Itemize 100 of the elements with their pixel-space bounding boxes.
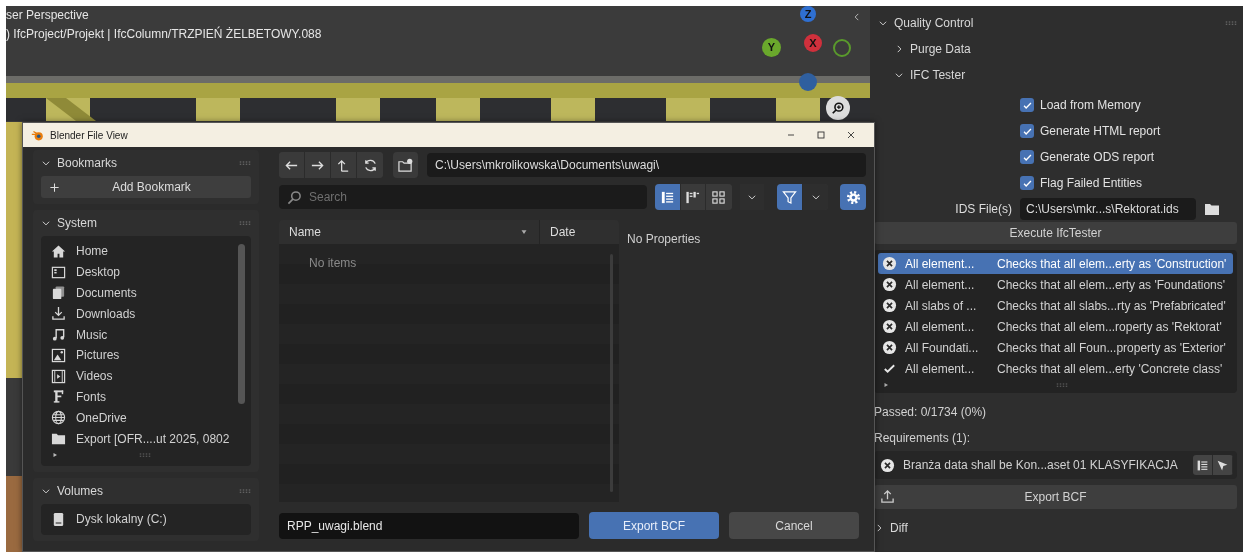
checkbox-label[interactable]: Generate HTML report: [1040, 122, 1161, 140]
spec-row[interactable]: All element... Checks that all elem...roperty as 'Rektorat': [878, 316, 1233, 337]
file-path-field[interactable]: C:\Users\mkr...s\Rektorat.ids: [1020, 198, 1196, 220]
spec-name: All element...: [905, 276, 976, 294]
panel-title[interactable]: Purge Data: [910, 40, 971, 58]
settings-icon: [845, 189, 861, 205]
place-label: Documents: [76, 285, 137, 302]
execute-button[interactable]: Execute IfcTester: [874, 222, 1237, 244]
spec-name: All element...: [905, 255, 976, 273]
refresh-icon: [362, 157, 378, 173]
checkbox[interactable]: [1020, 98, 1034, 112]
place-item[interactable]: Downloads: [47, 303, 231, 325]
spec-name: All element...: [905, 360, 976, 378]
globe-icon: [51, 410, 66, 426]
spec-description: Checks that all Foun...property as 'Exterior': [997, 339, 1226, 357]
checkbox-label[interactable]: Load from Memory: [1040, 96, 1141, 114]
spec-row[interactable]: All element... Checks that all elem...erty 'Concrete class': [878, 358, 1233, 379]
spec-row[interactable]: All Foundati... Checks that all Foun...property as 'Exterior': [878, 337, 1233, 358]
filter-button[interactable]: [777, 184, 803, 210]
scrollbar[interactable]: [238, 244, 245, 404]
spec-name: All element...: [905, 318, 976, 336]
place-item[interactable]: Export [OFR....ut 2025, 0802: [47, 428, 231, 449]
view-mode-button[interactable]: [655, 184, 681, 210]
panel-title[interactable]: IFC Tester: [910, 66, 966, 84]
spec-row[interactable]: All element... Checks that all elem...erty as 'Foundations': [878, 274, 1233, 295]
zoom-icon: [831, 101, 845, 115]
documents-icon: [51, 285, 66, 301]
search-field[interactable]: Search: [279, 185, 647, 209]
expand-triangle-icon: [882, 381, 890, 389]
new-folder-icon: [398, 157, 413, 173]
place-label: Music: [76, 326, 108, 344]
path-field[interactable]: C:\Users\mkrolikowska\Documents\uwagi\: [427, 153, 866, 177]
spec-description: Checks that all slabs...rty as 'Prefabricated': [997, 297, 1226, 315]
panel-title[interactable]: Bookmarks: [57, 154, 118, 172]
panel-title[interactable]: Quality Control: [894, 14, 974, 32]
add-bookmark-button[interactable]: Add Bookmark: [41, 176, 251, 198]
axis-circle[interactable]: [833, 39, 851, 57]
place-item[interactable]: Documents: [47, 282, 231, 304]
plus-icon: [49, 181, 60, 193]
filename-field[interactable]: RPP_uwagi.blend: [279, 512, 579, 539]
place-label: OneDrive: [76, 409, 127, 427]
panel-title[interactable]: Diff: [890, 519, 908, 537]
list-icon: [1196, 458, 1209, 472]
requirements-label: Requirements (1):: [874, 430, 972, 447]
upload-icon: [880, 489, 895, 504]
place-item[interactable]: OneDrive: [47, 407, 231, 429]
requirement-row[interactable]: Branża data shall be Kon...aset 01 KLASYFIKACJA: [874, 451, 1237, 479]
cancel-button[interactable]: Cancel: [729, 512, 859, 539]
axis-handle[interactable]: X: [804, 34, 822, 52]
checkbox[interactable]: [1020, 150, 1034, 164]
place-item[interactable]: Pictures: [47, 345, 231, 366]
field-label: IDS File(s): [954, 201, 1012, 218]
download-icon: [51, 306, 66, 322]
place-label: Dysk lokalny (C:): [76, 511, 167, 529]
place-label: Home: [76, 243, 108, 261]
spec-row[interactable]: All slabs of ... Checks that all slabs...rty as 'Prefabricated': [878, 295, 1233, 316]
new-folder-button[interactable]: [393, 152, 419, 178]
axis-circle[interactable]: [799, 73, 817, 91]
caret-icon: [747, 192, 757, 202]
place-item[interactable]: Music: [47, 324, 231, 345]
column-header[interactable]: Date: [550, 223, 576, 241]
home-icon: [51, 243, 66, 259]
checkbox[interactable]: [1020, 124, 1034, 138]
place-item[interactable]: Home: [47, 241, 231, 262]
maximize-icon: [815, 129, 827, 141]
folder-icon: [1204, 201, 1220, 217]
checkbox-label[interactable]: Flag Failed Entities: [1040, 174, 1143, 192]
place-item[interactable]: Fonts: [47, 386, 231, 408]
axis-handle[interactable]: Y: [762, 38, 781, 57]
spec-description: Checks that all elem...roperty as 'Rektorat': [997, 318, 1222, 336]
panel-title[interactable]: System: [57, 214, 97, 232]
spec-row[interactable]: All element... Checks that all elem...erty as 'Construction': [878, 253, 1233, 274]
spec-name: All Foundati...: [905, 339, 980, 357]
select-button[interactable]: [1213, 455, 1233, 475]
checkbox[interactable]: [1020, 176, 1034, 190]
list-button[interactable]: [1193, 455, 1213, 475]
panel-title[interactable]: Volumes: [57, 481, 104, 500]
music-note-icon: [51, 327, 66, 343]
window-title: Blender File View: [50, 128, 128, 143]
export-button[interactable]: Export BCF: [589, 512, 719, 539]
place-item[interactable]: Desktop: [47, 261, 231, 283]
axis-handle[interactable]: Z: [800, 6, 816, 22]
passed-summary: Passed: 0/1734 (0%): [874, 404, 988, 421]
place-label: Fonts: [76, 388, 106, 406]
spec-name: All slabs of ...: [905, 297, 978, 315]
properties-message: No Properties: [627, 232, 701, 246]
chevron-left-icon: [852, 12, 862, 22]
checkbox-label[interactable]: Generate ODS report: [1040, 148, 1155, 166]
arrow-up-icon: [336, 157, 351, 173]
grid-view-icon: [711, 189, 727, 205]
settings-button[interactable]: [840, 184, 866, 210]
place-item[interactable]: Videos: [47, 365, 231, 387]
app-logo-icon: [31, 128, 44, 142]
column-header[interactable]: Name: [289, 223, 321, 241]
empty-message: No items: [309, 256, 357, 270]
place-item[interactable]: Dysk lokalny (C:): [47, 508, 231, 530]
view-name: ser Perspective: [6, 7, 89, 24]
desktop-icon: [51, 264, 66, 280]
export-bcf-button[interactable]: Export BCF: [874, 485, 1237, 509]
search-icon: [287, 190, 302, 205]
